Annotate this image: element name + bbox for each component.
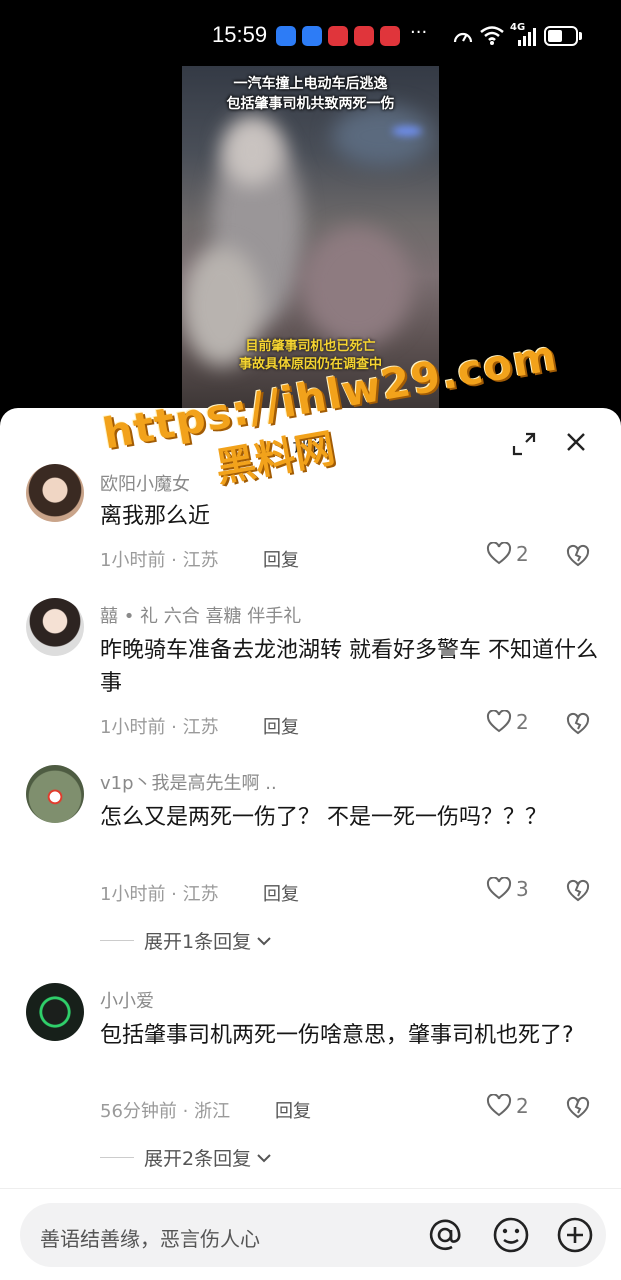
- emoji-icon[interactable]: [492, 1216, 530, 1254]
- heart-icon: [486, 710, 512, 733]
- wifi-icon: [480, 26, 504, 45]
- comment-text: 包括肇事司机两死一伤啥意思，肇事司机也死了?: [100, 1023, 574, 1048]
- fullscreen-icon[interactable]: [510, 430, 538, 458]
- app-notification-icon: [380, 26, 400, 46]
- like-button[interactable]: 2: [486, 542, 529, 566]
- comment-username[interactable]: 欧阳小魔女: [100, 470, 190, 496]
- heart-icon: [486, 877, 512, 900]
- heart-icon: [486, 1094, 512, 1117]
- battery-icon: [544, 26, 578, 46]
- reply-button[interactable]: 回复: [275, 1097, 311, 1123]
- avatar[interactable]: [26, 464, 84, 522]
- video-caption-bottom: 目前肇事司机也已死亡 事故具体原因仍在调查中: [238, 339, 382, 372]
- broken-heart-icon[interactable]: [566, 879, 590, 903]
- comment-username[interactable]: 小小爱: [100, 987, 154, 1013]
- comment-username[interactable]: 囍 • 礼 六合 喜糖 伴手礼: [100, 602, 301, 628]
- expand-replies-label: 展开2条回复: [144, 1148, 252, 1170]
- reply-button[interactable]: 回复: [263, 546, 299, 572]
- status-bar: 15:59 ··· 4G: [0, 0, 621, 66]
- avatar[interactable]: [26, 765, 84, 823]
- comment-username[interactable]: v1p丶我是高先生啊 ..: [100, 769, 277, 795]
- reply-button[interactable]: 回复: [263, 713, 299, 739]
- like-count: 2: [516, 542, 529, 566]
- comment-input-bar: 善语结善缘，恶言伤人心: [0, 1188, 621, 1280]
- like-count: 2: [516, 1094, 529, 1118]
- broken-heart-icon[interactable]: [566, 1096, 590, 1120]
- like-button[interactable]: 3: [486, 877, 529, 901]
- more-notifications-indicator: ···: [410, 22, 428, 43]
- comment-time-location: 1小时前 · 江苏: [100, 884, 219, 905]
- chevron-down-icon: [257, 1153, 271, 1162]
- app-notification-icon: [276, 26, 296, 46]
- like-button[interactable]: 2: [486, 710, 529, 734]
- heart-icon: [486, 542, 512, 565]
- comment-time-location: 1小时前 · 江苏: [100, 550, 219, 571]
- avatar[interactable]: [26, 983, 84, 1041]
- expand-replies-label: 展开1条回复: [144, 931, 252, 953]
- comment-text: 怎么又是两死一伤了？ 不是一死一伤吗？？？: [100, 805, 547, 830]
- video-caption-top: 一汽车撞上电动车后逃逸 包括肇事司机共致两死一伤: [226, 76, 395, 112]
- reply-button[interactable]: 回复: [263, 880, 299, 906]
- speed-icon: [453, 32, 473, 43]
- comment-time-location: 1小时前 · 江苏: [100, 717, 219, 738]
- comment-time-location: 56分钟前 · 浙江: [100, 1101, 231, 1122]
- comment-sheet: 评论 欧阳小魔女 离我那么近 1小时前 · 江苏 回复 2 囍 • 礼 六合 喜…: [0, 408, 621, 1280]
- like-count: 2: [516, 710, 529, 734]
- add-icon[interactable]: [556, 1216, 594, 1254]
- broken-heart-icon[interactable]: [566, 712, 590, 736]
- expand-replies-button[interactable]: 展开2条回复: [100, 1144, 273, 1171]
- app-notification-icon: [354, 26, 374, 46]
- message-notification-icon: [302, 26, 322, 46]
- mention-icon[interactable]: [426, 1216, 464, 1254]
- like-count: 3: [516, 877, 529, 901]
- comment-item: 小小爱 包括肇事司机两死一伤啥意思，肇事司机也死了? 56分钟前 · 浙江 回复…: [0, 981, 621, 1181]
- expand-replies-button[interactable]: 展开1条回复: [100, 927, 273, 954]
- app-notification-icon: [328, 26, 348, 46]
- comment-item: 欧阳小魔女 离我那么近 1小时前 · 江苏 回复 2: [0, 462, 621, 582]
- chevron-down-icon: [257, 936, 271, 945]
- video-frame[interactable]: 一汽车撞上电动车后逃逸 包括肇事司机共致两死一伤 目前肇事司机也已死亡 事故具体…: [182, 66, 439, 416]
- video-player[interactable]: 一汽车撞上电动车后逃逸 包括肇事司机共致两死一伤 目前肇事司机也已死亡 事故具体…: [0, 66, 621, 426]
- like-button[interactable]: 2: [486, 1094, 529, 1118]
- comment-text: 离我那么近: [100, 504, 211, 529]
- comment-item: v1p丶我是高先生啊 .. 怎么又是两死一伤了？ 不是一死一伤吗？？？ 1小时前…: [0, 763, 621, 963]
- avatar[interactable]: [26, 598, 84, 656]
- broken-heart-icon[interactable]: [566, 544, 590, 568]
- comment-input-placeholder: 善语结善缘，恶言伤人心: [40, 1227, 260, 1251]
- comment-item: 囍 • 礼 六合 喜糖 伴手礼 昨晚骑车准备去龙池湖转 就看好多警车 不知道什么…: [0, 596, 621, 746]
- close-icon[interactable]: [562, 428, 590, 456]
- comment-input[interactable]: 善语结善缘，恶言伤人心: [20, 1203, 606, 1267]
- signal-icon: [518, 28, 536, 46]
- comment-text: 昨晚骑车准备去龙池湖转 就看好多警车 不知道什么事: [100, 638, 598, 696]
- status-time: 15:59: [212, 22, 268, 47]
